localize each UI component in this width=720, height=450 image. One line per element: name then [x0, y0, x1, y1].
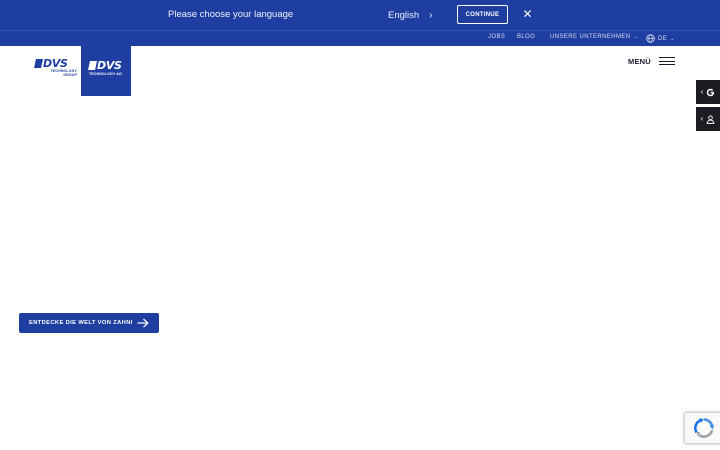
- globe-icon: [646, 34, 655, 43]
- arrow-right-icon: [137, 318, 149, 328]
- discover-zahni-button[interactable]: ENTDECKE DIE WELT VON ZAHNI: [19, 313, 159, 333]
- google-icon: [707, 88, 715, 96]
- dvs-technology-group-logo[interactable]: DVS TECHNOLOGY GROUP: [34, 58, 77, 84]
- nav-link-jobs[interactable]: JOBS: [488, 34, 505, 40]
- logo-ag-line1: TECHNOLOGY AG: [89, 72, 122, 76]
- nav-link-blog[interactable]: BLOG: [517, 34, 535, 40]
- language-prompt: Please choose your language: [168, 9, 294, 20]
- language-select[interactable]: English ›: [388, 8, 433, 22]
- chevron-right-icon: ›: [429, 9, 433, 21]
- logo-ag-wordmark: DVS: [88, 60, 122, 71]
- continue-button[interactable]: CONTINUE: [457, 5, 508, 24]
- chevron-down-icon: ⌄: [633, 34, 639, 40]
- chevron-left-icon: ‹: [700, 114, 704, 123]
- dvs-technology-ag-logo[interactable]: DVS TECHNOLOGY AG: [81, 46, 131, 96]
- language-switcher-label: DE: [658, 35, 668, 42]
- recaptcha-icon: [694, 418, 715, 438]
- language-select-value: English: [388, 9, 420, 21]
- chevron-down-icon: ⌄: [670, 35, 675, 42]
- close-icon[interactable]: ✕: [521, 8, 534, 21]
- language-switcher[interactable]: DE ⌄: [646, 34, 675, 43]
- discover-zahni-label: ENTDECKE DIE WELT VON ZAHNI: [29, 320, 133, 326]
- chevron-left-icon: ‹: [700, 87, 704, 96]
- top-nav: JOBS BLOG UNSERE UNTERNEHMEN ⌄ DE ⌄: [0, 30, 720, 46]
- page: Please choose your language English › CO…: [0, 0, 720, 450]
- hamburger-icon: [658, 57, 675, 65]
- side-tab-account[interactable]: ‹: [696, 107, 720, 131]
- user-icon: [706, 114, 715, 124]
- recaptcha-badge[interactable]: [684, 412, 720, 444]
- language-banner: Please choose your language English › CO…: [0, 0, 720, 30]
- menu-button[interactable]: MENÜ: [628, 55, 675, 67]
- logo-group-wordmark: DVS: [34, 58, 77, 69]
- logo-mark: [88, 61, 97, 70]
- nav-dropdown-companies[interactable]: UNSERE UNTERNEHMEN ⌄: [550, 34, 638, 40]
- nav-dropdown-companies-label: UNSERE UNTERNEHMEN: [550, 34, 631, 40]
- side-tab-google[interactable]: ‹: [696, 80, 720, 104]
- menu-label: MENÜ: [628, 56, 651, 66]
- logo-group-line2: GROUP: [63, 73, 77, 78]
- logo-mark: [34, 59, 43, 68]
